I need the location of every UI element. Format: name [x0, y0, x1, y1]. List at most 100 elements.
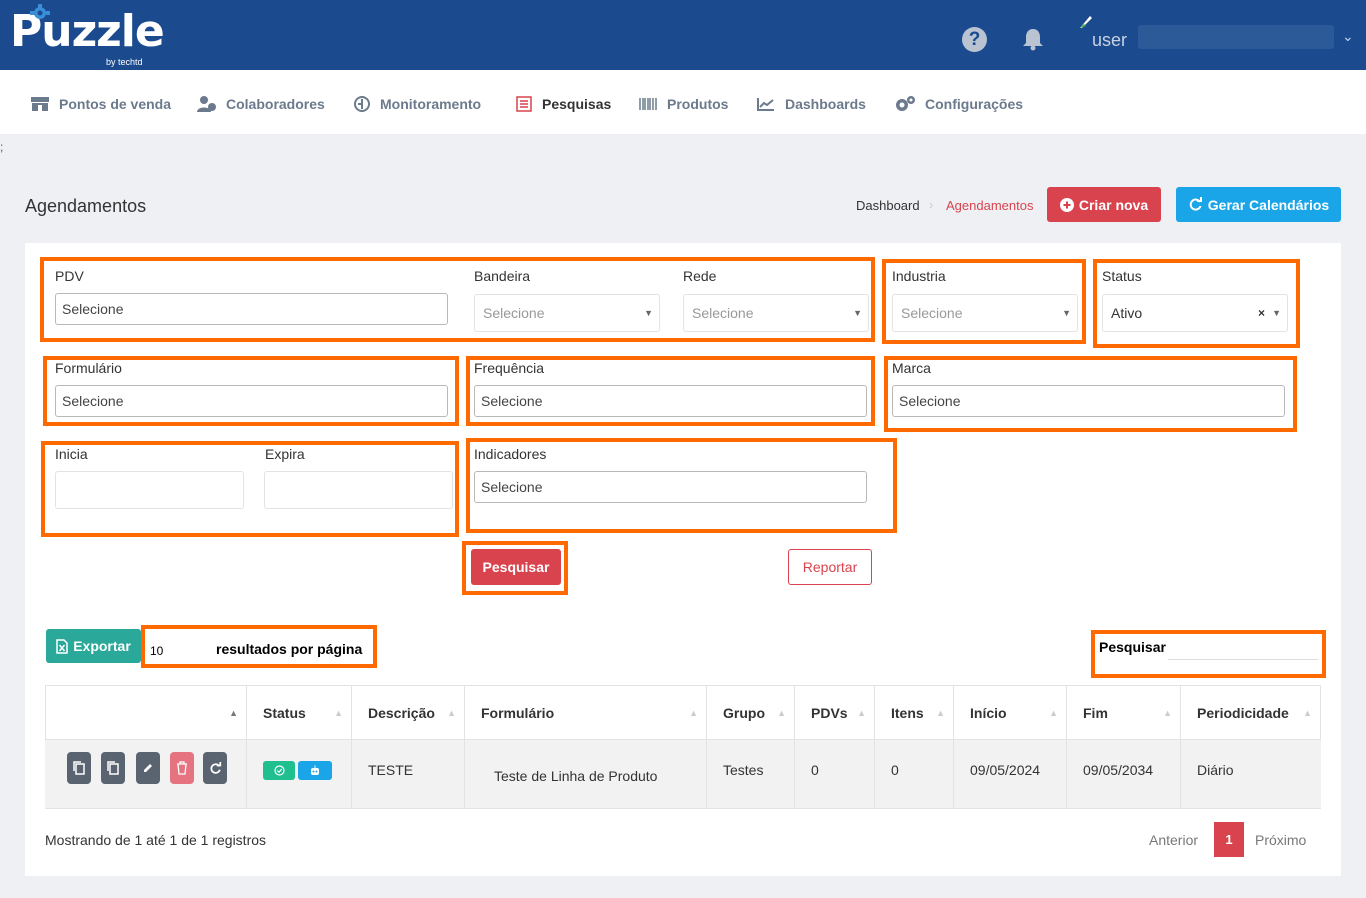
table-info: Mostrando de 1 até 1 de 1 registros [45, 832, 267, 848]
nav-label: Colaboradores [226, 96, 325, 112]
status-select[interactable]: Ativo × ▼ [1102, 294, 1288, 332]
formulario-label: Formulário [55, 360, 122, 376]
duplicate-icon[interactable] [101, 752, 125, 784]
store-icon [31, 97, 49, 111]
column-header-periodicidade[interactable]: Periodicidade ▲ [1181, 685, 1321, 740]
bandeira-label: Bandeira [474, 268, 531, 284]
survey-icon [516, 96, 532, 112]
nav-item-dashboards[interactable]: Dashboards [756, 94, 866, 114]
pagination-previous[interactable]: Anterior [1149, 832, 1198, 848]
expira-date-input[interactable] [264, 471, 453, 509]
generate-calendars-label: Gerar Calendários [1207, 196, 1330, 213]
industria-label: Industria [892, 268, 946, 284]
caret-down-icon: ▼ [1272, 308, 1281, 318]
column-label: Grupo [723, 705, 765, 721]
nav-item-pesquisas[interactable]: Pesquisas [515, 94, 611, 114]
marca-label: Marca [892, 360, 931, 376]
pagination-next[interactable]: Próximo [1255, 832, 1306, 848]
sort-icon: ▲ [1303, 708, 1312, 718]
table-search-input[interactable] [1168, 638, 1318, 660]
bandeira-select[interactable]: Selecione ▼ [474, 294, 660, 332]
bell-icon[interactable] [1020, 26, 1046, 52]
marca-select[interactable]: Selecione [892, 385, 1285, 417]
nav-item-pontos-de-venda[interactable]: Pontos de venda [30, 94, 171, 114]
nav-label: Produtos [667, 96, 729, 112]
column-header-inicio[interactable]: Início ▲ [954, 685, 1067, 740]
nav-item-monitoramento[interactable]: Monitoramento [353, 94, 481, 114]
chart-icon [757, 98, 774, 111]
column-label: Início [970, 705, 1007, 721]
search-button[interactable]: Pesquisar [471, 549, 561, 585]
user-menu[interactable]: user ⌄ [1078, 14, 1358, 58]
plus-circle-icon [1059, 197, 1074, 212]
create-new-label: Criar nova [1078, 196, 1149, 213]
robot-icon [298, 761, 332, 780]
refresh-icon [1189, 197, 1202, 211]
actions-cell [45, 740, 247, 809]
column-header-actions[interactable]: ▲ [45, 685, 247, 740]
edit-icon[interactable] [136, 752, 160, 784]
frequencia-label: Frequência [474, 360, 545, 376]
export-button[interactable]: Exportar [46, 629, 141, 663]
column-header-itens[interactable]: Itens ▲ [875, 685, 954, 740]
inicia-date-input[interactable] [55, 471, 244, 509]
fim-cell: 09/05/2034 [1067, 740, 1181, 809]
stray-text: ; [0, 140, 4, 154]
expira-label: Expira [265, 446, 305, 462]
report-button[interactable]: Reportar [788, 549, 872, 585]
frequencia-select[interactable]: Selecione [474, 385, 867, 417]
breadcrumb-dashboard[interactable]: Dashboard [856, 198, 920, 213]
indicadores-label: Indicadores [474, 446, 547, 462]
column-header-status[interactable]: Status ▲ [247, 685, 352, 740]
column-header-fim[interactable]: Fim ▲ [1067, 685, 1181, 740]
nav-item-configuracoes[interactable]: Configurações [894, 94, 1023, 114]
page-size-select[interactable]: 10 [150, 644, 163, 658]
status-cell [247, 740, 352, 809]
caret-down-icon: ▼ [853, 308, 862, 318]
pagination-current-page[interactable]: 1 [1214, 822, 1244, 857]
help-icon[interactable]: ? [962, 27, 987, 52]
industria-select[interactable]: Selecione ▼ [892, 294, 1078, 332]
page-title: Agendamentos [25, 196, 147, 216]
clear-icon[interactable]: × [1258, 295, 1265, 331]
sort-icon: ▲ [936, 708, 945, 718]
generate-calendars-button[interactable]: Gerar Calendários [1176, 187, 1341, 222]
refresh-icon[interactable] [203, 752, 227, 784]
trash-icon[interactable] [170, 752, 194, 784]
column-label: Periodicidade [1197, 705, 1289, 721]
caret-down-icon: ▼ [644, 308, 653, 318]
itens-cell: 0 [875, 740, 954, 809]
main-nav: Pontos de venda Colaboradores Monitorame… [0, 70, 1366, 134]
nav-item-colaboradores[interactable]: Colaboradores [196, 94, 325, 114]
pdvs-cell: 0 [795, 740, 875, 809]
sort-icon: ▲ [1163, 708, 1172, 718]
column-header-formulario[interactable]: Formulário ▲ [465, 685, 707, 740]
create-new-button[interactable]: Criar nova [1047, 187, 1161, 222]
nav-label: Monitoramento [380, 96, 482, 112]
industria-placeholder: Selecione [901, 305, 963, 321]
nav-item-produtos[interactable]: Produtos [638, 94, 728, 114]
column-label: Itens [891, 705, 924, 721]
breadcrumb-current: Agendamentos [946, 198, 1034, 213]
column-header-grupo[interactable]: Grupo ▲ [707, 685, 795, 740]
column-header-pdvs[interactable]: PDVs ▲ [795, 685, 875, 740]
gears-icon [896, 96, 915, 111]
excel-file-icon [56, 638, 68, 654]
page-size-label: resultados por página [216, 641, 363, 657]
indicadores-select[interactable]: Selecione [474, 471, 867, 503]
barcode-icon [639, 98, 657, 110]
sort-icon: ▲ [1049, 708, 1058, 718]
top-bar: Puzzle by techtd ? user ⌄ [0, 0, 1366, 70]
user-email-redacted [1138, 25, 1334, 49]
column-header-descricao[interactable]: Descrição ▲ [352, 685, 465, 740]
rede-select[interactable]: Selecione ▼ [683, 294, 869, 332]
pdv-select[interactable]: Selecione [55, 293, 448, 325]
formulario-select[interactable]: Selecione [55, 385, 448, 417]
copy-icon[interactable] [67, 752, 91, 784]
logo[interactable]: Puzzle by techtd [10, 4, 165, 67]
chevron-down-icon[interactable]: ⌄ [1342, 28, 1354, 45]
grupo-cell: Testes [707, 740, 795, 809]
inicia-label: Inicia [55, 446, 88, 462]
check-circle-icon [263, 761, 295, 780]
rede-label: Rede [683, 268, 717, 284]
